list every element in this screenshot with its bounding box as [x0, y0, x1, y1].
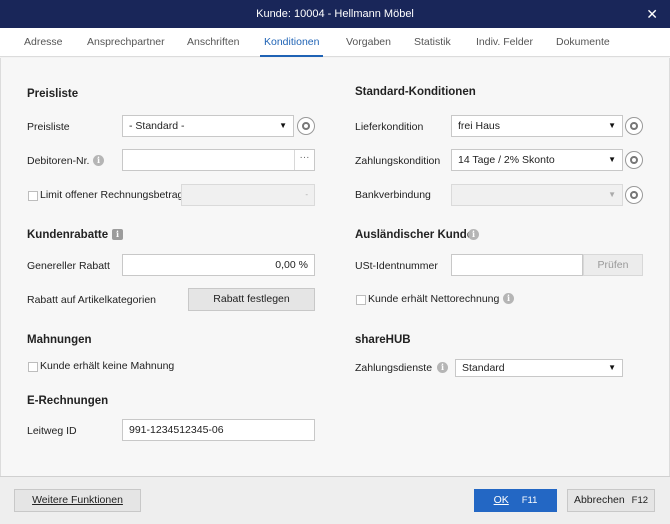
nettorechnung-checkbox[interactable] — [356, 295, 366, 305]
preisliste-heading: Preisliste — [27, 88, 79, 100]
abbrechen-label: Abbrechen — [573, 494, 625, 506]
tab-dokumente[interactable]: Dokumente — [556, 28, 610, 57]
limit-label: Limit offener Rechnungsbetrag — [40, 189, 184, 201]
debitoren-label: Debitoren-Nr. — [27, 155, 90, 167]
ellipsis-button[interactable]: ··· — [294, 150, 314, 170]
zahlungskondition-select[interactable]: 14 Tage / 2% Skonto ▼ — [451, 149, 623, 171]
leitweg-label: Leitweg ID — [27, 425, 77, 437]
zahlungsdienste-info-icon: i — [437, 362, 448, 373]
ust-idnr-input[interactable] — [451, 254, 583, 276]
ok-button[interactable]: OK F11 — [474, 489, 557, 512]
rabatt-artikelkategorien-label: Rabatt auf Artikelkategorien — [27, 294, 156, 306]
rabatt-festlegen-button[interactable]: Rabatt festlegen — [188, 288, 315, 311]
zahlungsdienste-select[interactable]: Standard ▼ — [455, 359, 623, 377]
tab-konditionen[interactable]: Konditionen — [260, 28, 324, 57]
abbrechen-shortcut: F12 — [631, 495, 649, 506]
abbrechen-button[interactable]: Abbrechen F12 — [567, 489, 655, 512]
limit-checkbox[interactable] — [28, 191, 38, 201]
preisliste-label: Preisliste — [27, 121, 70, 133]
leitweg-input[interactable]: 991-1234512345-06 — [122, 419, 315, 441]
ok-shortcut: F11 — [521, 495, 538, 506]
bankverbindung-gear-icon[interactable] — [625, 186, 643, 204]
mahnungen-heading: Mahnungen — [27, 334, 92, 346]
limit-select[interactable]: - — [181, 184, 315, 206]
zahlungskondition-label: Zahlungskondition — [355, 155, 441, 167]
pruefen-button[interactable]: Prüfen — [583, 254, 643, 276]
zahlungsdienste-value: Standard — [462, 362, 505, 374]
window-title: Kunde: 10004 - Hellmann Möbel — [256, 8, 414, 20]
weitere-funktionen-button[interactable]: Weitere Funktionen — [14, 489, 141, 512]
genereller-rabatt-input[interactable]: 0,00 % — [122, 254, 315, 276]
chevron-down-icon: ▼ — [608, 121, 616, 130]
chevron-down-icon: ▼ — [608, 190, 616, 199]
title-bar: Kunde: 10004 - Hellmann Möbel ✕ — [0, 0, 670, 28]
keine-mahnung-label: Kunde erhält keine Mahnung — [40, 360, 175, 372]
kundenrabatte-heading: Kundenrabatte — [27, 229, 109, 241]
limit-value: - — [305, 190, 308, 199]
chevron-down-icon: ▼ — [608, 363, 616, 372]
kundenrabatte-info-icon: i — [112, 229, 123, 240]
lieferkondition-label: Lieferkondition — [355, 121, 424, 133]
tab-statistik[interactable]: Statistik — [414, 28, 451, 57]
tab-indiv-felder[interactable]: Indiv. Felder — [476, 28, 533, 57]
chevron-down-icon: ▼ — [279, 121, 287, 130]
weitere-funktionen-label: Weitere Funktionen — [32, 494, 123, 506]
debitoren-input[interactable]: ··· — [122, 149, 315, 171]
tab-vorgaben[interactable]: Vorgaben — [346, 28, 391, 57]
lieferkondition-gear-icon[interactable] — [625, 117, 643, 135]
zahlungsdienste-label: Zahlungsdienste — [355, 362, 433, 374]
keine-mahnung-checkbox[interactable] — [28, 362, 38, 372]
tab-adresse[interactable]: Adresse — [24, 28, 63, 57]
zahlungskondition-gear-icon[interactable] — [625, 151, 643, 169]
preisliste-settings-gear-icon[interactable] — [297, 117, 315, 135]
lieferkondition-select[interactable]: frei Haus ▼ — [451, 115, 623, 137]
ok-label: OK — [493, 494, 509, 506]
debitoren-info-icon: i — [93, 155, 104, 166]
zahlungskondition-value: 14 Tage / 2% Skonto — [458, 154, 555, 166]
auslaendischer-kunde-info-icon: i — [468, 229, 479, 240]
preisliste-select[interactable]: - Standard - ▼ — [122, 115, 294, 137]
genereller-rabatt-label: Genereller Rabatt — [27, 260, 110, 272]
preisliste-value: - Standard - — [129, 120, 185, 132]
standard-konditionen-heading: Standard-Konditionen — [355, 86, 476, 98]
nettorechnung-label: Kunde erhält Nettorechnung — [368, 293, 500, 305]
nettorechnung-info-icon: i — [503, 293, 514, 304]
tab-bar: Adresse Ansprechpartner Anschriften Kond… — [0, 28, 670, 57]
ust-idnr-label: USt-Identnummer — [355, 260, 438, 272]
close-icon[interactable]: ✕ — [646, 0, 658, 28]
auslaendischer-kunde-heading: Ausländischer Kunde — [355, 229, 474, 241]
chevron-down-icon: ▼ — [608, 155, 616, 164]
tab-anschriften[interactable]: Anschriften — [187, 28, 240, 57]
bankverbindung-label: Bankverbindung — [355, 189, 431, 201]
erechnungen-heading: E-Rechnungen — [27, 395, 109, 407]
tab-ansprechpartner[interactable]: Ansprechpartner — [87, 28, 165, 57]
lieferkondition-value: frei Haus — [458, 120, 501, 132]
sharehub-heading: shareHUB — [355, 334, 411, 346]
bankverbindung-select[interactable]: ▼ — [451, 184, 623, 206]
